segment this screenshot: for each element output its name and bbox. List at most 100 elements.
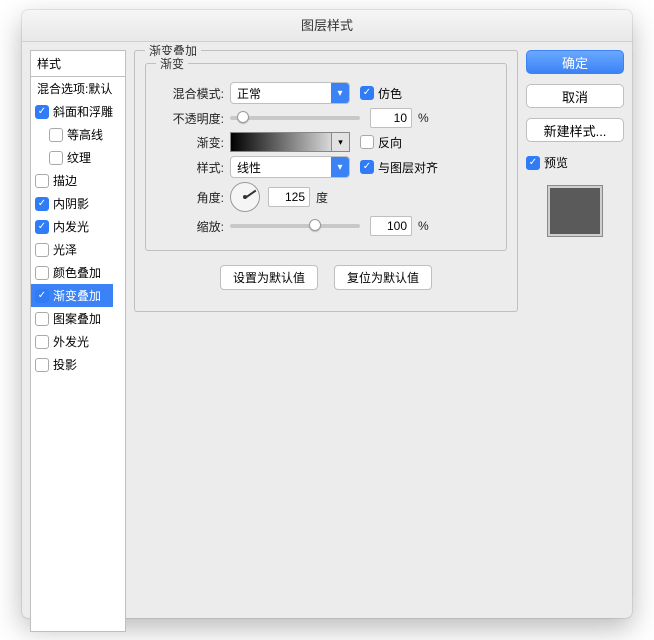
align-checkbox-row: 与图层对齐 (360, 159, 438, 176)
style-item-texture[interactable]: 纹理 (31, 146, 113, 169)
ok-button[interactable]: 确定 (526, 50, 624, 74)
gradient-row: 渐变: ▾ 反向 (156, 132, 496, 152)
style-label-satin: 光泽 (53, 241, 77, 258)
reverse-checkbox[interactable] (360, 135, 374, 149)
gradient-group: 渐变 混合模式: 正常 ▾ 仿色 (145, 63, 507, 251)
dither-label: 仿色 (378, 85, 402, 102)
style-item-gradov[interactable]: 渐变叠加 (31, 284, 113, 307)
style-item-innersh[interactable]: 内阴影 (31, 192, 113, 215)
gradient-group-legend: 渐变 (156, 55, 188, 72)
layer-style-dialog: 图层样式 样式 混合选项:默认 斜面和浮雕等高线纹理描边内阴影内发光光泽颜色叠加… (22, 10, 632, 618)
default-buttons-row: 设置为默认值 复位为默认值 (145, 265, 507, 290)
style-checkbox-colover[interactable] (35, 266, 49, 280)
reverse-label: 反向 (378, 134, 402, 151)
angle-label: 角度: (156, 189, 224, 206)
chevron-updown-icon: ▾ (331, 157, 349, 177)
scale-row: 缩放: % (156, 216, 496, 236)
style-item-satin[interactable]: 光泽 (31, 238, 113, 261)
style-checkbox-innergl[interactable] (35, 220, 49, 234)
blend-options-row[interactable]: 混合选项:默认 (31, 77, 113, 100)
style-label-colover: 颜色叠加 (53, 264, 101, 281)
blend-options-label: 混合选项:默认 (37, 80, 112, 97)
style-item-outergl[interactable]: 外发光 (31, 330, 113, 353)
style-label-innergl: 内发光 (53, 218, 89, 235)
style-checkbox-texture[interactable] (49, 151, 63, 165)
dither-checkbox[interactable] (360, 86, 374, 100)
new-style-button[interactable]: 新建样式... (526, 118, 624, 142)
style-label-dropsh: 投影 (53, 356, 77, 373)
style-checkbox-gradov[interactable] (35, 289, 49, 303)
style-checkbox-satin[interactable] (35, 243, 49, 257)
styles-header[interactable]: 样式 (30, 50, 126, 77)
preview-label: 预览 (544, 154, 568, 171)
angle-unit: 度 (316, 189, 328, 206)
align-checkbox[interactable] (360, 160, 374, 174)
opacity-slider[interactable] (230, 116, 360, 120)
set-default-button[interactable]: 设置为默认值 (220, 265, 318, 290)
blend-mode-value: 正常 (237, 85, 261, 102)
scale-slider-thumb[interactable] (309, 219, 321, 231)
gradient-picker[interactable]: ▾ (230, 132, 350, 152)
angle-input[interactable] (268, 187, 310, 207)
style-label: 样式: (156, 159, 224, 176)
chevron-down-icon: ▾ (331, 133, 349, 151)
style-checkbox-stroke[interactable] (35, 174, 49, 188)
style-item-stroke[interactable]: 描边 (31, 169, 113, 192)
style-checkbox-contour[interactable] (49, 128, 63, 142)
preview-checkbox-row: 预览 (526, 154, 624, 171)
scale-label: 缩放: (156, 218, 224, 235)
style-checkbox-dropsh[interactable] (35, 358, 49, 372)
reset-default-button[interactable]: 复位为默认值 (334, 265, 432, 290)
scale-unit: % (418, 219, 429, 233)
style-label-outergl: 外发光 (53, 333, 89, 350)
style-label-bevel: 斜面和浮雕 (53, 103, 113, 120)
style-select[interactable]: 线性 ▾ (230, 156, 350, 178)
style-checkbox-innersh[interactable] (35, 197, 49, 211)
dialog-body: 样式 混合选项:默认 斜面和浮雕等高线纹理描边内阴影内发光光泽颜色叠加渐变叠加图… (22, 42, 632, 618)
opacity-input[interactable] (370, 108, 412, 128)
style-item-bevel[interactable]: 斜面和浮雕 (31, 100, 113, 123)
scale-slider[interactable] (230, 224, 360, 228)
opacity-row: 不透明度: % (156, 108, 496, 128)
style-checkbox-outergl[interactable] (35, 335, 49, 349)
blend-mode-label: 混合模式: (156, 85, 224, 102)
style-item-colover[interactable]: 颜色叠加 (31, 261, 113, 284)
style-label-texture: 纹理 (67, 149, 91, 166)
window-title: 图层样式 (22, 10, 632, 42)
scale-input[interactable] (370, 216, 412, 236)
gradient-label: 渐变: (156, 134, 224, 151)
style-row: 样式: 线性 ▾ 与图层对齐 (156, 156, 496, 178)
dither-checkbox-row: 仿色 (360, 85, 402, 102)
style-label-gradov: 渐变叠加 (53, 287, 101, 304)
center-panel: 渐变叠加 渐变 混合模式: 正常 ▾ 仿色 (134, 50, 518, 610)
reverse-checkbox-row: 反向 (360, 134, 402, 151)
style-item-dropsh[interactable]: 投影 (31, 353, 113, 376)
style-item-innergl[interactable]: 内发光 (31, 215, 113, 238)
preview-swatch (547, 185, 603, 237)
angle-dial-center (243, 195, 247, 199)
style-label-patov: 图案叠加 (53, 310, 101, 327)
gradient-overlay-fieldset: 渐变叠加 渐变 混合模式: 正常 ▾ 仿色 (134, 50, 518, 312)
right-column: 确定 取消 新建样式... 预览 (526, 50, 624, 610)
preview-checkbox[interactable] (526, 156, 540, 170)
opacity-unit: % (418, 111, 429, 125)
chevron-updown-icon: ▾ (331, 83, 349, 103)
style-checkbox-patov[interactable] (35, 312, 49, 326)
blend-mode-row: 混合模式: 正常 ▾ 仿色 (156, 82, 496, 104)
align-label: 与图层对齐 (378, 159, 438, 176)
styles-list: 混合选项:默认 斜面和浮雕等高线纹理描边内阴影内发光光泽颜色叠加渐变叠加图案叠加… (30, 77, 126, 632)
opacity-slider-thumb[interactable] (237, 111, 249, 123)
angle-row: 角度: 度 (156, 182, 496, 212)
style-value: 线性 (237, 159, 261, 176)
cancel-button[interactable]: 取消 (526, 84, 624, 108)
style-label-stroke: 描边 (53, 172, 77, 189)
style-checkbox-bevel[interactable] (35, 105, 49, 119)
opacity-label: 不透明度: (156, 110, 224, 127)
style-item-contour[interactable]: 等高线 (31, 123, 113, 146)
style-label-contour: 等高线 (67, 126, 103, 143)
blend-mode-select[interactable]: 正常 ▾ (230, 82, 350, 104)
styles-column: 样式 混合选项:默认 斜面和浮雕等高线纹理描边内阴影内发光光泽颜色叠加渐变叠加图… (30, 50, 126, 610)
angle-dial[interactable] (230, 182, 260, 212)
style-label-innersh: 内阴影 (53, 195, 89, 212)
style-item-patov[interactable]: 图案叠加 (31, 307, 113, 330)
